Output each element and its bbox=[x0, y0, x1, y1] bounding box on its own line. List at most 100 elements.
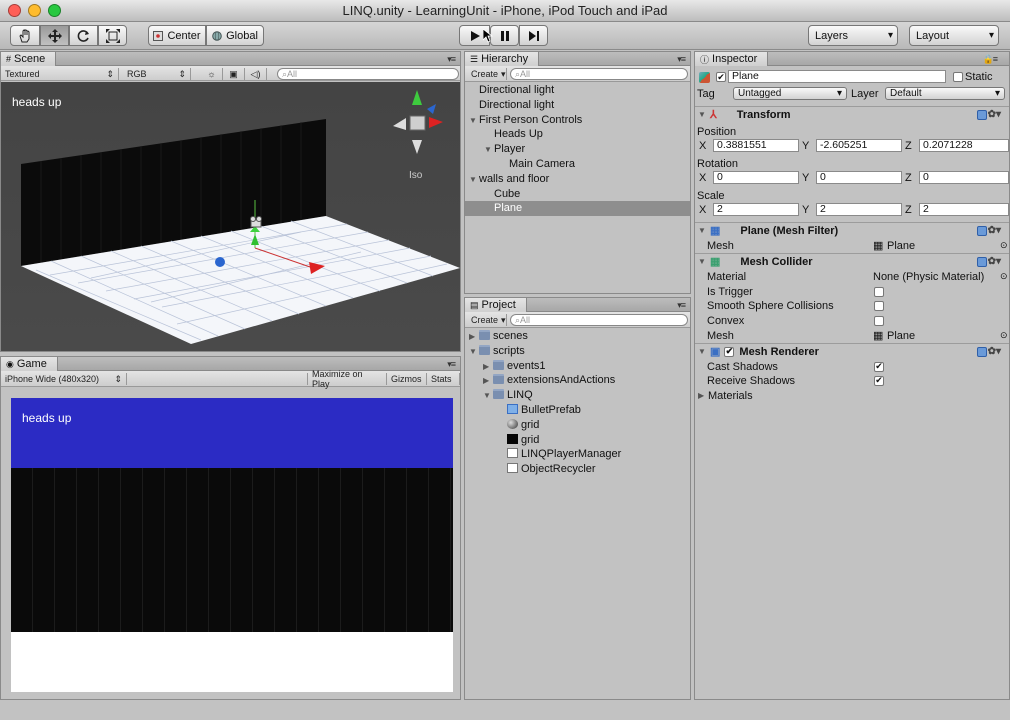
project-item[interactable]: ▼ LINQ bbox=[465, 388, 690, 403]
scale-x-field[interactable]: 2 bbox=[713, 203, 799, 216]
expand-arrow-icon[interactable]: ▼ bbox=[483, 389, 493, 404]
move-tool-button[interactable] bbox=[40, 25, 69, 46]
mesh-collider-header[interactable]: ▼ ▦ Mesh Collider ✿▾ bbox=[695, 253, 1009, 269]
gizmos-button[interactable]: Gizmos bbox=[387, 373, 427, 385]
panel-menu-icon[interactable]: ▾≡ bbox=[447, 54, 456, 65]
scene-image-icon[interactable]: ▣ bbox=[223, 68, 245, 80]
tab-game[interactable]: ◉ Game bbox=[1, 357, 58, 371]
project-item[interactable]: grid bbox=[465, 433, 690, 448]
collapse-arrow-icon[interactable]: ▶ bbox=[469, 330, 479, 345]
project-search-input[interactable]: ⌕ All bbox=[510, 314, 688, 326]
hierarchy-item[interactable]: Directional light bbox=[465, 98, 690, 113]
panel-menu-icon[interactable]: ▾≡ bbox=[447, 359, 456, 370]
expand-arrow-icon[interactable]: ▼ bbox=[469, 114, 479, 129]
position-y-field[interactable]: -2.605251 bbox=[816, 139, 902, 152]
scale-y-field[interactable]: 2 bbox=[816, 203, 902, 216]
position-z-field[interactable]: 0.2071228 bbox=[919, 139, 1009, 152]
active-checkbox[interactable]: ✔ bbox=[716, 72, 726, 82]
rotate-tool-button[interactable] bbox=[69, 25, 98, 46]
is-trigger-checkbox[interactable] bbox=[874, 286, 884, 297]
collapse-arrow-icon[interactable]: ▶ bbox=[483, 374, 493, 389]
object-picker-icon[interactable]: ⊙ bbox=[1000, 330, 1008, 341]
rotation-x-field[interactable]: 0 bbox=[713, 171, 799, 184]
rotation-y-field[interactable]: 0 bbox=[816, 171, 902, 184]
position-x-field[interactable]: 0.3881551 bbox=[713, 139, 799, 152]
iso-label[interactable]: Iso bbox=[409, 170, 422, 181]
hierarchy-item[interactable]: Heads Up bbox=[465, 127, 690, 142]
gear-icon[interactable]: ✿▾ bbox=[988, 109, 1001, 120]
project-item[interactable]: BulletPrefab bbox=[465, 403, 690, 418]
mesh-filter-header[interactable]: ▼ ▦ Plane (Mesh Filter) ✿▾ bbox=[695, 222, 1009, 238]
project-item[interactable]: ▶ scenes bbox=[465, 329, 690, 344]
expand-arrow-icon[interactable]: ▼ bbox=[469, 173, 479, 188]
mesh-renderer-header[interactable]: ▼ ▣ ✔ Mesh Renderer ✿▾ bbox=[695, 343, 1009, 359]
collapse-arrow-icon[interactable]: ▶ bbox=[483, 360, 493, 375]
aspect-dropdown[interactable]: iPhone Wide (480x320) ⇕ bbox=[1, 373, 127, 385]
scene-audio-icon[interactable]: ◁) bbox=[245, 68, 267, 80]
object-picker-icon[interactable]: ⊙ bbox=[1000, 271, 1008, 282]
help-icon[interactable] bbox=[977, 109, 987, 120]
expand-arrow-icon[interactable]: ▼ bbox=[469, 345, 479, 360]
project-create-dropdown[interactable]: Create ▾ bbox=[467, 314, 507, 326]
layer-dropdown[interactable]: Default bbox=[885, 87, 1005, 100]
help-icon[interactable] bbox=[977, 256, 987, 267]
static-checkbox[interactable] bbox=[953, 72, 963, 82]
lock-icon[interactable]: 🔒≡ bbox=[983, 54, 999, 65]
object-name-field[interactable]: Plane bbox=[728, 70, 946, 83]
project-item[interactable]: ▶ extensionsAndActions bbox=[465, 373, 690, 388]
tab-scene[interactable]: # Scene bbox=[1, 52, 57, 66]
gear-icon[interactable]: ✿▾ bbox=[988, 225, 1001, 236]
object-picker-icon[interactable]: ⊙ bbox=[1000, 240, 1008, 251]
rotation-z-field[interactable]: 0 bbox=[919, 171, 1009, 184]
collider-mesh-value[interactable]: Plane bbox=[887, 330, 915, 342]
tab-project[interactable]: ▤ Project bbox=[465, 298, 527, 312]
mesh-renderer-enabled-checkbox[interactable]: ✔ bbox=[724, 346, 735, 357]
pause-button[interactable] bbox=[490, 25, 519, 46]
stats-button[interactable]: Stats bbox=[427, 373, 460, 385]
game-viewport[interactable]: heads up bbox=[11, 398, 453, 692]
project-item[interactable]: ▼ scripts bbox=[465, 344, 690, 359]
cast-shadows-checkbox[interactable]: ✔ bbox=[874, 361, 884, 372]
mesh-filter-mesh-value[interactable]: Plane bbox=[887, 240, 915, 252]
scene-search-input[interactable]: ⌕ All bbox=[277, 68, 459, 80]
layers-dropdown[interactable]: Layers bbox=[808, 25, 898, 46]
pivot-center-button[interactable]: Center bbox=[148, 25, 206, 46]
project-item[interactable]: ObjectRecycler bbox=[465, 462, 690, 477]
gear-icon[interactable]: ✿▾ bbox=[988, 346, 1001, 357]
scene-viewport[interactable]: heads up Iso bbox=[1, 82, 460, 351]
hierarchy-item[interactable]: ▼ Player bbox=[465, 142, 690, 157]
gear-icon[interactable]: ✿▾ bbox=[988, 256, 1001, 267]
receive-shadows-checkbox[interactable]: ✔ bbox=[874, 375, 884, 386]
project-item[interactable]: grid bbox=[465, 418, 690, 433]
maximize-on-play-button[interactable]: Maximize on Play bbox=[307, 369, 387, 389]
panel-menu-icon[interactable]: ▾≡ bbox=[677, 54, 686, 65]
hierarchy-item[interactable]: ▼ walls and floor bbox=[465, 172, 690, 187]
hierarchy-search-input[interactable]: ⌕ All bbox=[510, 68, 688, 80]
hierarchy-item[interactable]: Directional light bbox=[465, 83, 690, 98]
hierarchy-item[interactable]: ▼ First Person Controls bbox=[465, 113, 690, 128]
help-icon[interactable] bbox=[977, 346, 987, 357]
scene-lighting-icon[interactable]: ☼ bbox=[201, 68, 223, 80]
hierarchy-item[interactable]: Cube bbox=[465, 187, 690, 202]
hierarchy-item[interactable]: Main Camera bbox=[465, 157, 690, 172]
hierarchy-item[interactable]: Plane bbox=[465, 201, 690, 217]
project-item[interactable]: LINQPlayerManager bbox=[465, 447, 690, 462]
hand-tool-button[interactable] bbox=[10, 25, 40, 46]
expand-arrow-icon[interactable]: ▼ bbox=[484, 143, 494, 158]
convex-checkbox[interactable] bbox=[874, 315, 884, 326]
transform-header[interactable]: ▼ ⅄ Transform ✿▾ bbox=[695, 106, 1009, 122]
material-value[interactable]: None (Physic Material) bbox=[873, 271, 984, 283]
tab-inspector[interactable]: ⓘ Inspector bbox=[695, 52, 769, 66]
panel-menu-icon[interactable]: ▾≡ bbox=[677, 300, 686, 311]
scale-tool-button[interactable] bbox=[98, 25, 127, 46]
scale-z-field[interactable]: 2 bbox=[919, 203, 1009, 216]
hierarchy-create-dropdown[interactable]: Create ▾ bbox=[467, 68, 507, 80]
tab-hierarchy[interactable]: ☰ Hierarchy bbox=[465, 52, 540, 66]
color-mode-dropdown[interactable]: RGB ⇕ bbox=[123, 68, 191, 80]
layout-dropdown[interactable]: Layout bbox=[909, 25, 999, 46]
render-mode-dropdown[interactable]: Textured ⇕ bbox=[1, 68, 119, 80]
global-space-button[interactable]: Global bbox=[206, 25, 264, 46]
step-button[interactable] bbox=[519, 25, 548, 46]
tag-dropdown[interactable]: Untagged bbox=[733, 87, 847, 100]
smooth-sphere-checkbox[interactable] bbox=[874, 300, 884, 311]
